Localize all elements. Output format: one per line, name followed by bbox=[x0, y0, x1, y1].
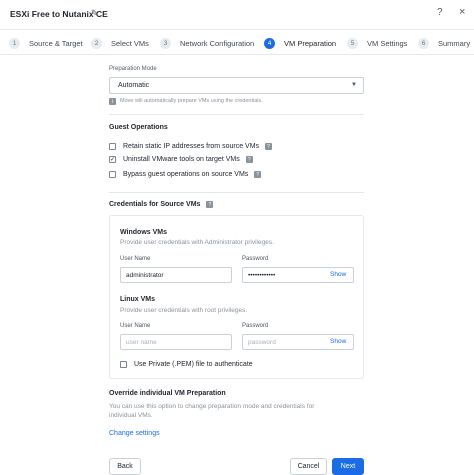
dialog-footer: Back Cancel Next bbox=[0, 450, 474, 475]
step-vm-settings[interactable]: 5 VM Settings bbox=[347, 37, 407, 50]
uninstall-vmware-tools-checkbox[interactable]: ✓ bbox=[109, 156, 116, 163]
option-label: Retain static IP addresses from source V… bbox=[123, 143, 260, 150]
next-button[interactable]: Next bbox=[332, 458, 364, 475]
cancel-button[interactable]: Cancel bbox=[290, 458, 327, 475]
step-number: 2 bbox=[91, 38, 102, 49]
option-label: Bypass guest operations on source VMs bbox=[123, 171, 249, 178]
prep-mode-value: Automatic bbox=[118, 82, 150, 89]
guest-ops-title: Guest Operations bbox=[109, 124, 168, 131]
step-label: VM Settings bbox=[367, 39, 408, 48]
change-settings-link[interactable]: Change settings bbox=[109, 430, 160, 437]
divider bbox=[109, 192, 364, 193]
override-desc-line1: You can use this option to change prepar… bbox=[109, 403, 315, 410]
linux-vms-subtitle: Provide user credentials with root privi… bbox=[120, 307, 248, 314]
credentials-card: Windows VMs Provide user credentials wit… bbox=[109, 215, 364, 379]
linux-vms-title: Linux VMs bbox=[120, 296, 156, 303]
step-label: Source & Target bbox=[29, 39, 83, 48]
linux-user-label: User Name bbox=[120, 323, 151, 329]
step-number: 1 bbox=[9, 38, 20, 49]
pem-auth-option[interactable]: Use Private (.PEM) file to authenticate bbox=[120, 360, 253, 369]
edit-pencil-icon[interactable]: ✎ bbox=[91, 8, 99, 19]
step-vm-preparation[interactable]: 4 VM Preparation bbox=[264, 37, 336, 50]
step-label: Summary bbox=[438, 39, 471, 48]
override-desc-line2: individual VMs. bbox=[109, 412, 153, 419]
step-label: VM Preparation bbox=[284, 39, 337, 48]
windows-username-input[interactable]: administrator bbox=[120, 267, 232, 283]
windows-show-password-link[interactable]: Show bbox=[330, 271, 346, 278]
step-select-vms[interactable]: 2 Select VMs bbox=[91, 37, 149, 50]
question-icon[interactable]: ? bbox=[206, 201, 214, 208]
back-button[interactable]: Back bbox=[109, 458, 141, 475]
uninstall-vmware-tools-option[interactable]: ✓ Uninstall VMware tools on target VMs ? bbox=[109, 155, 253, 164]
wizard-stepper: 1 Source & Target 2 Select VMs 3 Network… bbox=[0, 33, 474, 55]
step-number: 4 bbox=[264, 38, 275, 49]
step-source-target[interactable]: 1 Source & Target bbox=[9, 37, 83, 50]
credentials-title: Credentials for Source VMs bbox=[109, 201, 201, 208]
linux-username-input[interactable]: user name bbox=[120, 334, 232, 350]
info-icon: i bbox=[109, 98, 116, 105]
step-label: Network Configuration bbox=[180, 39, 255, 48]
divider bbox=[109, 114, 364, 115]
wizard-window: ESXi Free to Nutanix CE ✎ ? × 1 Source &… bbox=[0, 0, 474, 475]
step-number: 3 bbox=[160, 38, 171, 49]
linux-password-label: Password bbox=[242, 323, 269, 329]
help-icon[interactable]: ? bbox=[437, 7, 443, 18]
step-summary[interactable]: 6 Summary bbox=[418, 37, 470, 50]
option-label: Use Private (.PEM) file to authenticate bbox=[134, 361, 253, 368]
close-icon[interactable]: × bbox=[459, 6, 465, 18]
windows-vms-subtitle: Provide user credentials with Administra… bbox=[120, 239, 274, 246]
step-number: 6 bbox=[418, 38, 429, 49]
windows-password-label: Password bbox=[242, 256, 269, 262]
retain-static-ip-checkbox[interactable] bbox=[109, 143, 116, 150]
question-icon[interactable]: ? bbox=[265, 143, 273, 150]
bypass-guest-ops-checkbox[interactable] bbox=[109, 171, 116, 178]
credentials-heading: Credentials for Source VMs ? bbox=[109, 200, 214, 209]
pem-auth-checkbox[interactable] bbox=[120, 361, 127, 368]
linux-show-password-link[interactable]: Show bbox=[330, 338, 346, 345]
override-title: Override individual VM Preparation bbox=[109, 390, 226, 397]
prep-mode-label: Preparation Mode bbox=[109, 66, 157, 72]
question-icon[interactable]: ? bbox=[254, 171, 262, 178]
chevron-down-icon: ▼ bbox=[351, 82, 357, 88]
dialog-header: ESXi Free to Nutanix CE ✎ ? × bbox=[0, 0, 474, 30]
windows-vms-title: Windows VMs bbox=[120, 229, 167, 236]
question-icon[interactable]: ? bbox=[245, 156, 253, 163]
bypass-guest-ops-option[interactable]: Bypass guest operations on source VMs ? bbox=[109, 170, 262, 179]
step-number: 5 bbox=[347, 38, 358, 49]
prep-mode-hint: Move will automatically prepare VMs usin… bbox=[120, 98, 263, 104]
option-label: Uninstall VMware tools on target VMs bbox=[123, 156, 240, 163]
retain-static-ip-option[interactable]: Retain static IP addresses from source V… bbox=[109, 142, 273, 151]
prep-mode-select[interactable]: Automatic ▼ bbox=[109, 77, 364, 94]
step-network-configuration[interactable]: 3 Network Configuration bbox=[160, 37, 254, 50]
step-label: Select VMs bbox=[111, 39, 149, 48]
windows-user-label: User Name bbox=[120, 256, 151, 262]
